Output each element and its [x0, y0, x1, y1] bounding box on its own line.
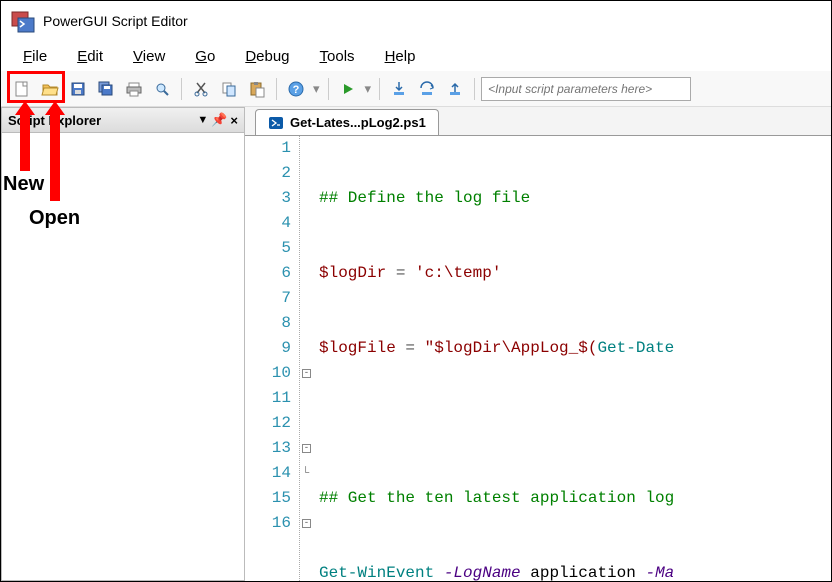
tab-strip: Get-Lates...pLog2.ps1 — [245, 107, 831, 135]
toolbar: ? ▾ ▾ — [1, 71, 831, 107]
line-number-gutter: 12345678910111213141516 — [245, 136, 300, 581]
paste-button[interactable] — [244, 76, 270, 102]
fold-column: - - └ - — [300, 136, 315, 581]
toolbar-separator — [276, 78, 277, 100]
script-parameters-input[interactable] — [481, 77, 691, 101]
panel-pin-icon[interactable]: 📌 — [211, 112, 227, 128]
svg-text:?: ? — [293, 84, 300, 96]
search-button[interactable] — [149, 76, 175, 102]
panel-header: Script Explorer ▼ 📌 × — [1, 107, 245, 133]
window-title: PowerGUI Script Editor — [43, 13, 188, 29]
fold-toggle-icon[interactable]: - — [302, 369, 311, 378]
panel-body — [1, 133, 245, 581]
menu-bar: File Edit View Go Debug Tools Help — [1, 41, 831, 71]
dropdown-icon[interactable]: ▾ — [365, 81, 372, 97]
toolbar-separator — [474, 78, 475, 100]
step-out-button[interactable] — [442, 76, 468, 102]
annotation-label-new: New — [3, 173, 44, 196]
toolbar-separator — [379, 78, 380, 100]
menu-view[interactable]: View — [121, 44, 177, 69]
panel-dropdown-icon[interactable]: ▼ — [197, 114, 208, 126]
powershell-file-icon — [268, 115, 284, 131]
annotation-arrow-icon — [13, 101, 37, 171]
toolbar-separator — [328, 78, 329, 100]
save-all-button[interactable] — [93, 76, 119, 102]
open-file-button[interactable] — [37, 76, 63, 102]
app-icon — [11, 9, 35, 33]
dropdown-icon[interactable]: ▾ — [313, 81, 320, 97]
step-into-button[interactable] — [386, 76, 412, 102]
menu-help[interactable]: Help — [373, 44, 428, 69]
fold-end-icon: └ — [302, 469, 311, 478]
step-over-button[interactable] — [414, 76, 440, 102]
editor-area: Get-Lates...pLog2.ps1 123456789101112131… — [245, 107, 831, 581]
panel-close-icon[interactable]: × — [230, 113, 238, 128]
fold-toggle-icon[interactable]: - — [302, 519, 311, 528]
help-button[interactable]: ? — [283, 76, 309, 102]
save-button[interactable] — [65, 76, 91, 102]
print-button[interactable] — [121, 76, 147, 102]
copy-button[interactable] — [216, 76, 242, 102]
run-button[interactable] — [335, 76, 361, 102]
tab-active[interactable]: Get-Lates...pLog2.ps1 — [255, 109, 439, 135]
cut-button[interactable] — [188, 76, 214, 102]
menu-file[interactable]: File — [11, 44, 59, 69]
new-file-button[interactable] — [9, 76, 35, 102]
fold-toggle-icon[interactable]: - — [302, 444, 311, 453]
main-area: Script Explorer ▼ 📌 × Get-Lates...pLog2.… — [1, 107, 831, 581]
menu-tools[interactable]: Tools — [308, 44, 367, 69]
toolbar-separator — [181, 78, 182, 100]
menu-go[interactable]: Go — [183, 44, 227, 69]
code-content[interactable]: ## Define the log file $logDir = 'c:\tem… — [315, 136, 831, 581]
annotation-arrow-icon — [43, 101, 67, 201]
menu-debug[interactable]: Debug — [233, 44, 301, 69]
title-bar: PowerGUI Script Editor — [1, 1, 831, 41]
menu-edit[interactable]: Edit — [65, 44, 115, 69]
annotation-label-open: Open — [29, 207, 80, 230]
code-editor[interactable]: 12345678910111213141516 - - └ - ## Defin… — [245, 135, 831, 581]
tab-label: Get-Lates...pLog2.ps1 — [290, 115, 426, 130]
